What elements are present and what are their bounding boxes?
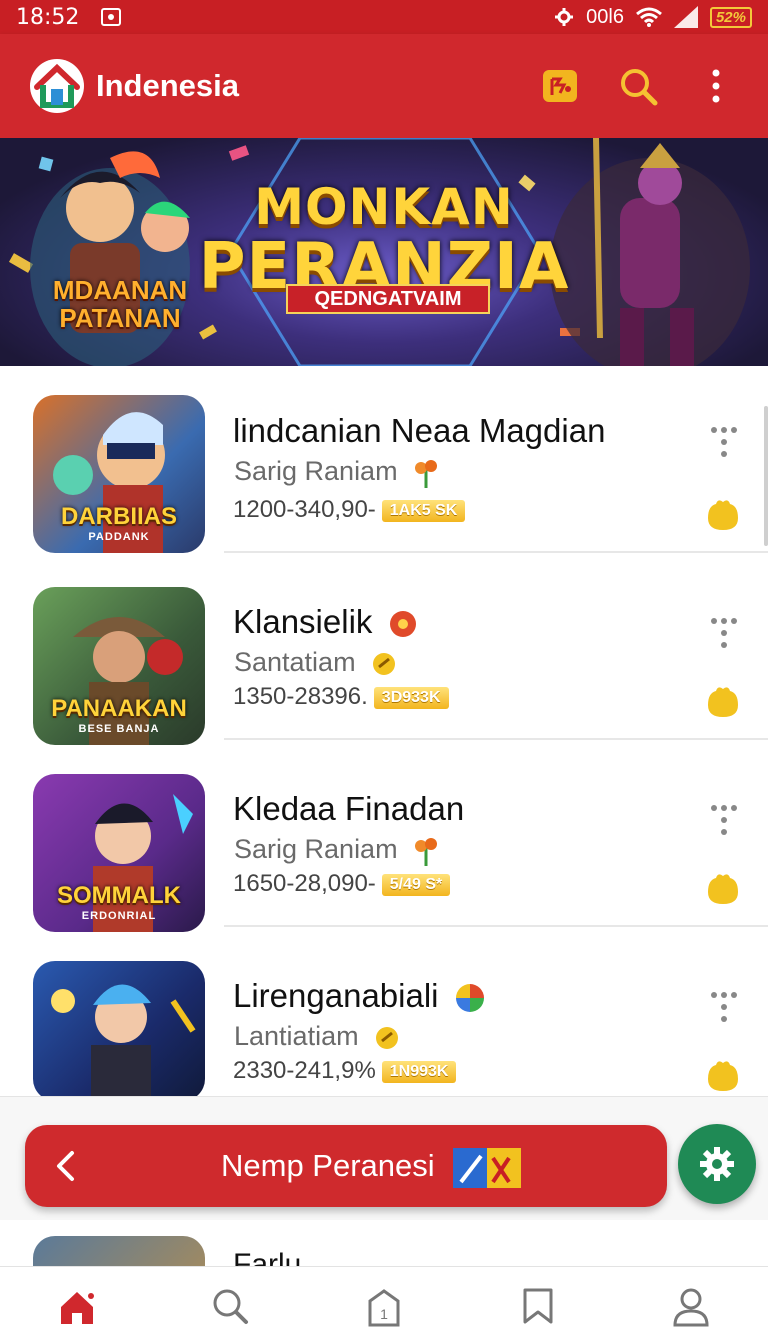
like-icon[interactable] [704,496,742,534]
thumbnail-caption: PANAAKAN [51,695,187,722]
coin-icon [376,1026,399,1049]
search-icon [213,1289,249,1324]
banner-title-line1: MONKAN [254,178,514,236]
app-list: DARBIIAS PADDANK lindcanian Neaa Magdian… [0,366,768,1096]
like-icon[interactable] [704,683,742,721]
search-button[interactable] [614,62,662,110]
nav-home[interactable] [0,1267,154,1344]
app-title: Indenesia [96,68,239,103]
developer-name: Lantiatiam [234,1021,400,1052]
download-info: 1350-28396. 3D933K [233,683,449,711]
color-wheel-icon [455,984,484,1013]
developer-label: Santatiam [234,647,356,677]
notification-icon [101,8,122,26]
wifi-icon [636,7,662,27]
download-info: 1200-340,90- 1AK5 SK [233,496,466,524]
app-bar: Indenesia [0,34,768,138]
nav-calendar[interactable]: 1 [307,1267,461,1344]
thumbnail-subcaption: BESE BANJA [78,723,160,735]
thumbnail-subcaption: ERDONRIAL [81,910,157,922]
gift-bow-icon [389,611,416,638]
settings-icon [700,1147,734,1181]
leaf-icon [415,459,438,488]
more-options-icon[interactable] [704,422,744,462]
download-info: 2330-241,9% 1N993K [233,1057,457,1085]
like-icon[interactable] [704,1057,742,1095]
nav-bookmarks[interactable] [461,1267,615,1344]
leaf-icon [415,837,438,866]
home-icon [60,1292,94,1324]
download-count: 1200-340,90- [233,496,376,523]
nav-search[interactable] [154,1267,308,1344]
status-time: 18:52 [16,4,80,30]
app-name: Lirenganabiali [233,977,486,1015]
app-logo-icon [30,59,84,113]
nav-profile[interactable] [614,1267,768,1344]
thumbnail-caption: DARBIIAS [60,503,177,530]
promo-banner[interactable]: MONKAN PERANZIA QEDNGATVAIM MDAANAN PATA… [0,138,768,366]
download-info: 1650-28,090- 5/49 S* [233,870,451,898]
app-thumbnail: SOMMALK ERDONRIAL [33,774,205,932]
banner-ribbon: QEDNGATVAIM [286,284,490,314]
rating-badge: 1AK5 SK [381,499,466,522]
app-thumbnail: PANAAKAN BESE BANJA [33,587,205,745]
overflow-menu-button[interactable] [692,62,740,110]
developer-name: Sarig Raniam [234,834,439,866]
bookmark-icon [523,1288,553,1324]
download-count: 1650-28,090- [233,870,376,897]
thumbnail-art [51,984,196,1096]
profile-icon [673,1288,709,1327]
app-thumbnail [33,961,205,1096]
coin-icon [373,652,396,675]
more-options-icon[interactable] [704,987,744,1027]
list-item-partial[interactable]: Farlu [0,1220,768,1268]
like-icon[interactable] [704,870,742,908]
search-icon [621,69,658,106]
banner-left-title: MDAANAN PATANAN [52,275,188,333]
developer-label: Lantiatiam [234,1021,359,1051]
flag-icon [452,1148,521,1188]
promo-snackbar[interactable]: Nemp Peranesi [25,1125,667,1207]
developer-name: Santatiam [234,647,397,678]
battery-indicator: 52% [709,6,752,28]
network-speed: 00l6 [586,5,624,28]
list-item[interactable]: DARBIIAS PADDANK lindcanian Neaa Magdian… [0,366,768,553]
svg-text:1: 1 [380,1306,388,1322]
app-thumbnail [33,1236,205,1268]
app-name-text: Lirenganabiali [233,977,439,1014]
list-item[interactable]: PANAAKAN BESE BANJA Klansielik Santatiam… [0,553,768,745]
status-bar: 18:52 00l6 52% [0,0,768,34]
more-options-icon[interactable] [704,800,744,840]
rating-badge: 5/49 S* [381,873,451,896]
thumbnail-subcaption: PADDANK [88,531,150,543]
app-name: Klansielik [233,603,418,641]
bottom-navigation: 1 [0,1266,768,1344]
list-item[interactable]: SOMMALK ERDONRIAL Kledaa Finadan Sarig R… [0,740,768,932]
back-button[interactable] [25,1125,105,1207]
list-item[interactable]: Lirenganabiali Lantiatiam 2330-241,9% 1N9… [0,927,768,1096]
app-name: lindcanian Neaa Magdian [233,412,606,449]
app-thumbnail: DARBIIAS PADDANK [33,395,205,553]
developer-name: Sarig Raniam [234,456,439,488]
app-name: Kledaa Finadan [233,790,465,827]
signal-icon [673,6,698,28]
snackbar-label: Nemp Peranesi [221,1148,435,1183]
settings-fab[interactable] [678,1124,756,1204]
more-options-icon[interactable] [704,613,744,653]
app-name: Farlu [233,1248,302,1268]
rating-badge: 1N993K [381,1060,457,1083]
chevron-left-icon [57,1151,74,1181]
settings-status-icon [555,8,574,26]
gift-button[interactable] [536,62,584,110]
thumbnail-caption: SOMMALK [57,882,181,909]
app-name-text: Klansielik [233,603,373,640]
more-vert-icon [712,69,720,103]
rating-badge: 3D933K [373,686,449,709]
download-count: 1350-28396. [233,683,368,710]
developer-label: Sarig Raniam [234,456,398,486]
developer-label: Sarig Raniam [234,834,398,864]
gift-icon [543,70,577,102]
download-count: 2330-241,9% [233,1057,376,1084]
calendar-icon: 1 [368,1289,400,1327]
